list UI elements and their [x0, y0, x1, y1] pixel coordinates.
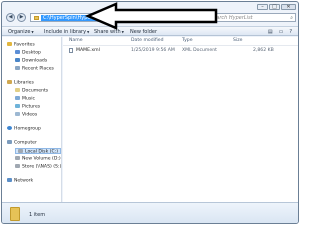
column-header-date[interactable]: Date modified: [131, 38, 164, 44]
drive-icon: [18, 149, 23, 153]
chevron-down-icon: ▼: [87, 30, 90, 34]
sidebar-item-computer[interactable]: Computer: [7, 140, 37, 146]
sidebar-item-pictures[interactable]: Pictures: [15, 104, 40, 110]
column-header-size[interactable]: Size: [233, 38, 242, 44]
header-divider: [63, 45, 298, 46]
documents-icon: [15, 88, 20, 92]
organize-menu[interactable]: Organize▼: [8, 29, 34, 35]
sidebar-item-label: Local Disk (C:): [25, 149, 59, 155]
file-date: 1/25/2019 9:56 AM: [131, 48, 175, 53]
sidebar-item-new-volume[interactable]: New Volume (D:): [15, 156, 61, 162]
sidebar-item-label: Network: [14, 178, 34, 184]
back-button[interactable]: ◀: [6, 13, 15, 22]
sidebar-item-videos[interactable]: Videos: [15, 112, 37, 118]
search-icon[interactable]: ⌕: [290, 15, 293, 21]
file-name: MAME.xml: [76, 48, 100, 53]
sidebar-item-downloads[interactable]: Downloads: [15, 58, 47, 64]
pictures-icon: [15, 104, 20, 108]
sidebar-item-label: Music: [22, 96, 36, 102]
close-button[interactable]: ✕: [281, 4, 296, 10]
item-count: 1 item: [29, 212, 46, 218]
libraries-icon: [7, 80, 12, 84]
network-drive-icon: [15, 164, 20, 168]
chevron-down-icon: ▼: [121, 30, 124, 34]
minimize-button[interactable]: –: [257, 4, 268, 10]
star-icon: [7, 42, 12, 46]
annotation-arrow: [84, 2, 218, 30]
window-controls: – □ ✕: [257, 4, 296, 10]
help-icon[interactable]: ?: [289, 29, 292, 35]
music-icon: [15, 96, 20, 100]
sidebar-item-label: Computer: [14, 140, 37, 146]
sidebar-item-music[interactable]: Music: [15, 96, 35, 102]
sidebar-item-desktop[interactable]: Desktop: [15, 50, 41, 56]
sidebar-item-recent-places[interactable]: Recent Places: [15, 66, 54, 72]
column-header-type[interactable]: Type: [182, 38, 193, 44]
sidebar-item-label: Favorites: [14, 42, 35, 48]
sidebar-item-label: New Volume (D:): [22, 156, 61, 162]
sidebar-item-label: Downloads: [22, 58, 48, 64]
sidebar-item-label: Desktop: [22, 50, 41, 56]
maximize-button[interactable]: □: [269, 4, 280, 10]
homegroup-icon: [7, 126, 12, 130]
navigation-pane: Favorites Desktop Downloads Recent Place…: [2, 37, 62, 202]
sidebar-item-local-disk[interactable]: Local Disk (C:): [15, 148, 62, 155]
explorer-window: – □ ✕ ◀ ▶ C:\HyperSpin\HyperList Search …: [1, 1, 299, 224]
downloads-icon: [15, 58, 20, 62]
file-type: XML Document: [182, 48, 217, 53]
drive-icon: [15, 156, 20, 160]
sidebar-item-documents[interactable]: Documents: [15, 88, 48, 94]
details-pane: 1 item: [2, 202, 298, 223]
recent-places-icon: [15, 66, 20, 70]
sidebar-item-label: Libraries: [14, 80, 34, 86]
file-size: 2,862 KB: [253, 48, 274, 53]
folder-icon: [10, 207, 20, 221]
sidebar-item-label: Documents: [22, 88, 49, 94]
folder-icon: [34, 16, 39, 20]
sidebar-item-favorites[interactable]: Favorites: [7, 42, 35, 48]
include-in-library-label: Include in library: [44, 29, 87, 35]
desktop-icon: [15, 50, 20, 54]
table-row[interactable]: MAME.xml 1/25/2019 9:56 AM XML Document …: [63, 47, 298, 54]
forward-button[interactable]: ▶: [17, 13, 26, 22]
view-controls: ▤ ▭ ?: [268, 29, 292, 35]
preview-pane-icon[interactable]: ▭: [279, 29, 284, 35]
sidebar-item-store-nas[interactable]: Store (\\NAS) (S:): [15, 164, 61, 170]
sidebar-item-label: Store (\\NAS) (S:): [22, 164, 62, 170]
computer-icon: [7, 140, 12, 144]
chevron-down-icon: ▼: [31, 30, 34, 34]
network-icon: [7, 178, 12, 182]
sidebar-item-network[interactable]: Network: [7, 178, 33, 184]
sidebar-item-label: Homegroup: [14, 126, 41, 132]
organize-label: Organize: [8, 29, 31, 35]
sidebar-item-label: Videos: [22, 112, 38, 118]
sidebar-item-libraries[interactable]: Libraries: [7, 80, 34, 86]
xml-file-icon: [69, 48, 73, 53]
sidebar-item-label: Pictures: [22, 104, 41, 110]
videos-icon: [15, 112, 20, 116]
sidebar-item-homegroup[interactable]: Homegroup: [7, 126, 41, 132]
sidebar-item-label: Recent Places: [22, 66, 54, 72]
column-header-name[interactable]: Name: [69, 38, 83, 44]
file-list: Name Date modified Type Size MAME.xml 1/…: [63, 37, 298, 202]
change-view-icon[interactable]: ▤: [268, 29, 273, 35]
arrow-shape: [84, 2, 218, 30]
